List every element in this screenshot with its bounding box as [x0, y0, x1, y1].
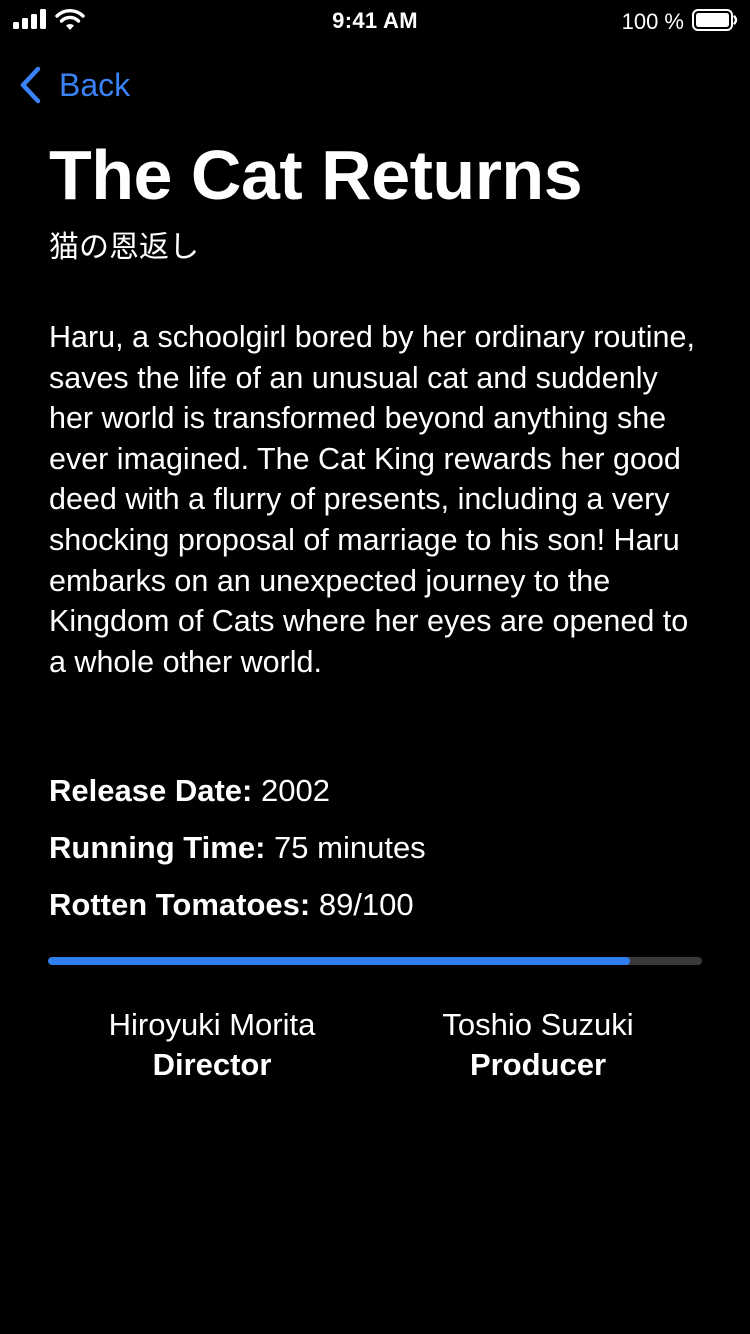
- release-date-row: Release Date: 2002: [49, 771, 330, 811]
- rotten-tomatoes-label: Rotten Tomatoes:: [49, 887, 311, 922]
- running-time-label: Running Time:: [49, 830, 266, 865]
- producer-credit: Toshio Suzuki Producer: [388, 1005, 688, 1085]
- rotten-tomatoes-row: Rotten Tomatoes: 89/100: [49, 885, 414, 925]
- director-name: Hiroyuki Morita: [108, 1007, 316, 1042]
- film-description: Haru, a schoolgirl bored by her ordinary…: [49, 320, 695, 679]
- producer-name: Toshio Suzuki: [442, 1007, 634, 1042]
- score-progress-bar: [48, 957, 702, 965]
- status-bar: 9:41 AM 100 %: [0, 0, 750, 40]
- release-date-value: 2002: [260, 773, 330, 808]
- rotten-tomatoes-value: 89/100: [318, 887, 414, 922]
- back-label: Back: [59, 67, 131, 103]
- director-credit: Hiroyuki Morita Director: [62, 1005, 362, 1085]
- release-date-label: Release Date:: [49, 773, 253, 808]
- running-time-row: Running Time: 75 minutes: [49, 828, 426, 868]
- battery-percent: 100 %: [621, 9, 684, 34]
- battery-icon: [692, 9, 738, 31]
- page-title: The Cat Returns: [49, 136, 583, 214]
- running-time-value: 75 minutes: [274, 830, 426, 865]
- producer-role: Producer: [469, 1047, 607, 1082]
- director-role: Director: [152, 1047, 272, 1082]
- original-title: 猫の恩返し: [49, 230, 199, 265]
- back-button[interactable]: Back: [16, 62, 130, 108]
- chevron-left-icon: [20, 66, 41, 104]
- score-progress-fill: [48, 957, 631, 965]
